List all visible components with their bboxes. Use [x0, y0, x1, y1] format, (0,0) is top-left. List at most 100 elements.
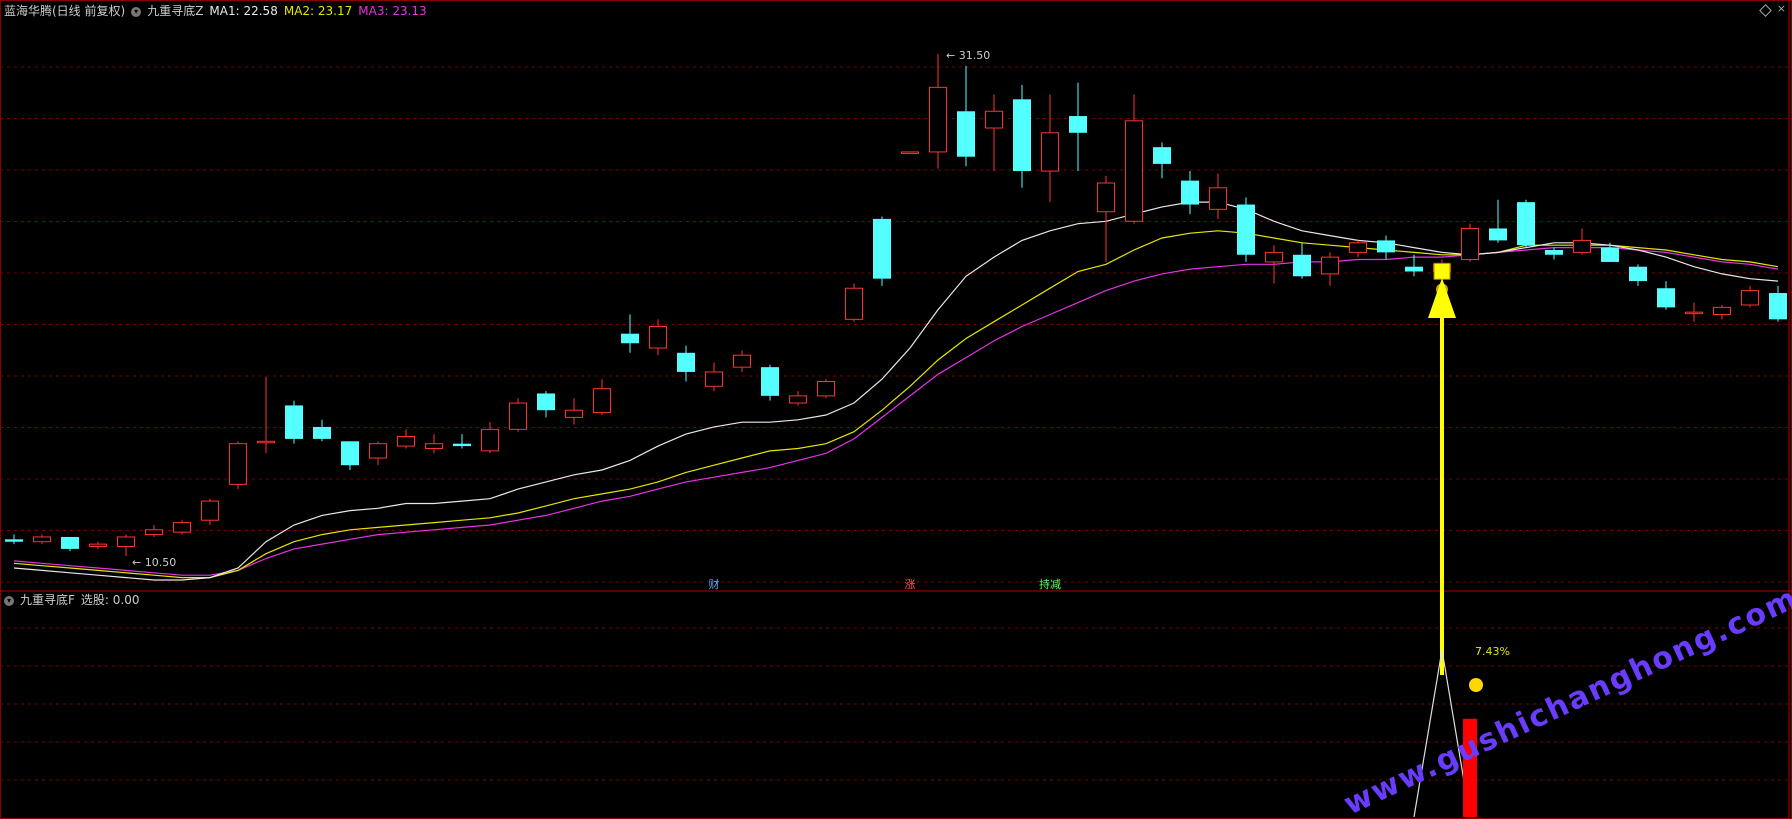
event-label: 涨: [905, 578, 916, 591]
candle: [1097, 175, 1115, 262]
candle-body: [593, 388, 611, 414]
candle-body: [1517, 202, 1535, 246]
candle-body: [1237, 204, 1255, 255]
stock-chart[interactable]: ← 31.50 ← 10.50 财 涨 持减 7.43%www.gushichanghon…: [0, 0, 1792, 819]
candle: [145, 524, 163, 537]
candle-body: [61, 536, 79, 549]
candle: [1461, 223, 1479, 262]
candle-body: [425, 443, 443, 449]
candle: [1069, 82, 1087, 172]
candle: [1629, 264, 1647, 286]
candle: [1237, 197, 1255, 262]
candle-body: [929, 86, 947, 153]
ma1-line: [13, 201, 1779, 581]
candle-body: [985, 110, 1003, 129]
candle: [1153, 142, 1171, 179]
candle: [1545, 247, 1563, 260]
candle-body: [1405, 266, 1423, 272]
candle: [1013, 84, 1031, 188]
candle: [957, 65, 975, 167]
candle: [733, 350, 751, 372]
candle-body: [817, 381, 835, 397]
candle-body: [1153, 147, 1171, 164]
event-label: 财: [709, 577, 720, 591]
candle-body: [89, 543, 107, 548]
candle: [33, 534, 51, 545]
candle-body: [1265, 251, 1283, 263]
chevron-down-icon[interactable]: ▾: [4, 595, 14, 606]
candle-body: [369, 443, 387, 459]
candle: [1573, 228, 1591, 255]
candle-body: [453, 443, 471, 447]
candle: [1713, 304, 1731, 320]
ma3-value: MA3: 23.13: [358, 4, 427, 18]
candle-body: [705, 371, 723, 387]
candle: [705, 362, 723, 392]
candle: [1741, 285, 1759, 308]
signal-marker: [1433, 262, 1451, 280]
candle: [565, 398, 583, 425]
stock-title: 蓝海华腾(日线 前复权): [4, 4, 126, 18]
low-price-label: ← 10.50: [132, 556, 176, 569]
candle: [229, 441, 247, 490]
candle-body: [789, 395, 807, 404]
candle-body: [33, 536, 51, 543]
candle: [1377, 235, 1395, 260]
signal-percent: 7.43%: [1475, 645, 1510, 658]
candle-body: [397, 436, 415, 447]
candle: [1769, 285, 1787, 322]
candle-body: [1377, 240, 1395, 253]
candle-body: [1741, 290, 1759, 306]
watermark-text: www.gushichanghong.com: [1339, 580, 1792, 819]
candle-body: [145, 529, 163, 536]
chart-frame: [0, 0, 1792, 819]
candle: [369, 441, 387, 466]
candle: [285, 400, 303, 444]
candle: [761, 364, 779, 401]
candle-body: [1125, 120, 1143, 222]
indicator-name[interactable]: 九重寻底Z: [147, 4, 203, 18]
sub-indicator-name[interactable]: 九重寻底F: [20, 593, 75, 607]
candle: [1125, 94, 1143, 224]
candle-body: [173, 522, 191, 533]
candle: [873, 216, 891, 286]
candle: [425, 434, 443, 454]
candle: [173, 520, 191, 535]
ma2-line: [13, 230, 1779, 579]
candle: [1517, 199, 1535, 248]
candle: [117, 534, 135, 557]
candle: [61, 536, 79, 552]
candle: [985, 94, 1003, 172]
candle: [509, 398, 527, 432]
candle-body: [229, 443, 247, 485]
close-icon[interactable]: ×: [1777, 2, 1786, 15]
candle: [397, 429, 415, 449]
candle: [89, 541, 107, 549]
candle: [1321, 252, 1339, 286]
candle: [481, 422, 499, 454]
candle-body: [649, 326, 667, 349]
candle-body: [957, 111, 975, 157]
candle: [789, 391, 807, 406]
candle-body: [1069, 116, 1087, 133]
candle: [201, 498, 219, 525]
candle: [537, 391, 555, 418]
candle-body: [565, 409, 583, 418]
candle-body: [873, 218, 891, 279]
candle-body: [901, 151, 919, 154]
chevron-down-icon[interactable]: ▾: [131, 6, 142, 17]
candle-body: [117, 536, 135, 548]
candle-body: [509, 402, 527, 430]
candle-body: [677, 352, 695, 372]
candle: [1685, 302, 1703, 322]
smiley-icon: [1469, 678, 1483, 692]
candle-body: [1181, 180, 1199, 205]
candle-body: [621, 333, 639, 344]
ma3-line: [13, 247, 1779, 576]
candle-body: [257, 440, 275, 444]
ma2-value: MA2: 23.17: [283, 4, 353, 18]
event-label: 持减: [1039, 577, 1061, 591]
candle: [313, 419, 331, 442]
candle: [1041, 94, 1059, 203]
sub-indicator-value: 选股: 0.00: [80, 593, 140, 607]
